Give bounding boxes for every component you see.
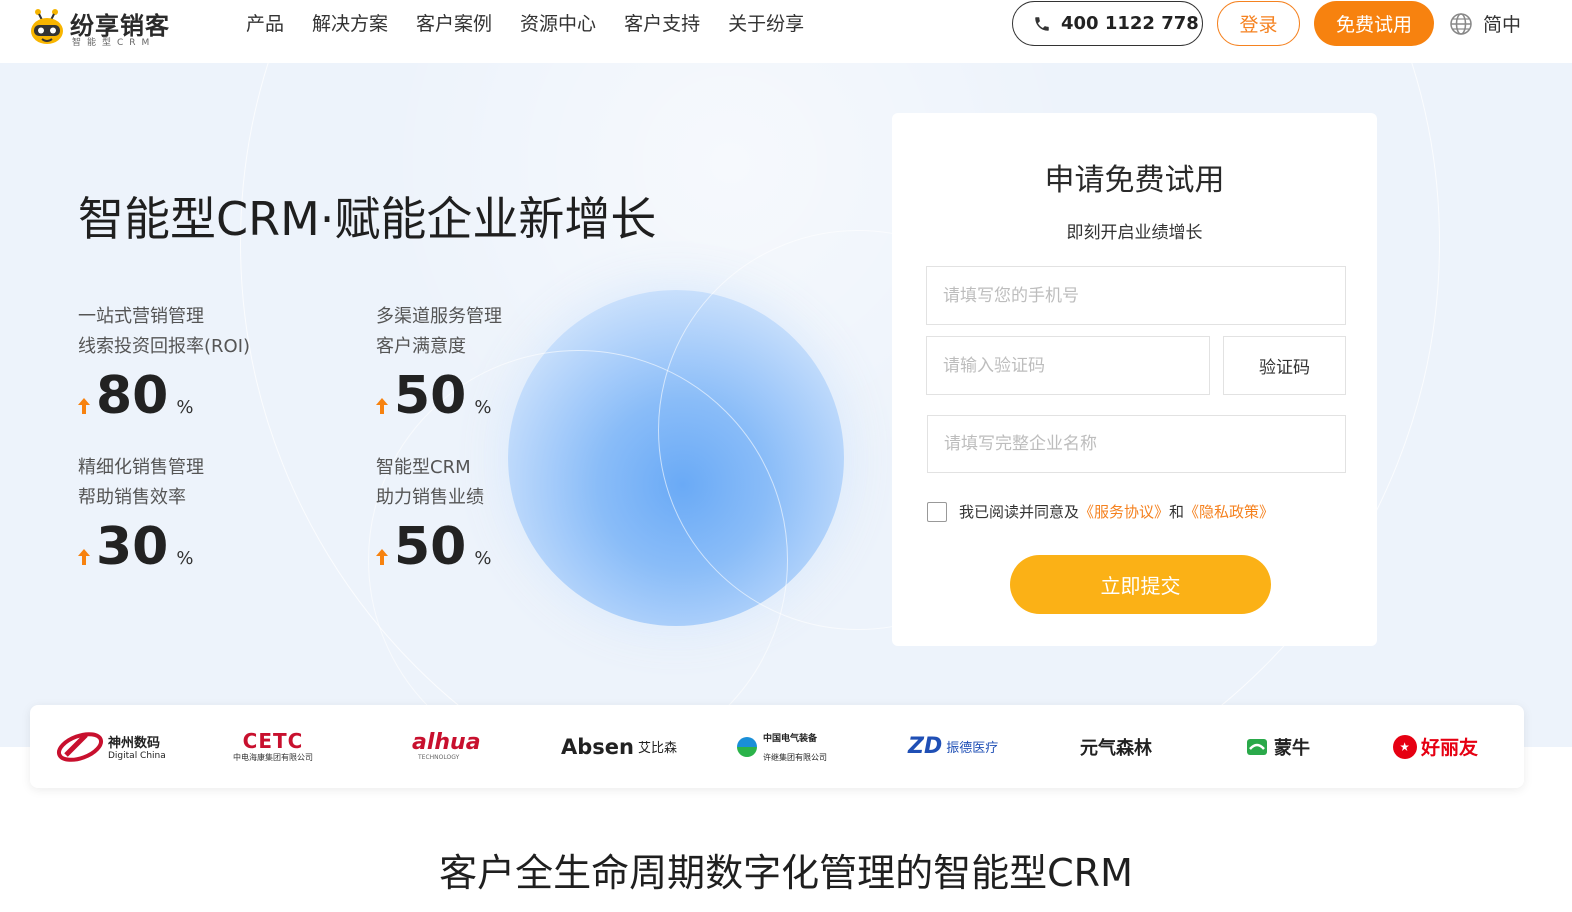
nav-item-about[interactable]: 关于纷享 — [728, 12, 804, 36]
nav-item-support[interactable]: 客户支持 — [624, 12, 700, 36]
stat-unit: % — [474, 548, 492, 569]
brand-sub: 中电海康集团有限公司 — [233, 753, 313, 762]
brand-sub: 艾比森 — [637, 741, 677, 756]
phone-button[interactable]: 400 1122 778 — [1012, 1, 1203, 46]
brand-logo-dahua: alhua TECHNOLOGY — [412, 705, 481, 788]
brand-name: 蒙牛 — [1274, 737, 1310, 759]
brand-logo-zhende: ZD 振德医疗 — [908, 705, 998, 788]
phone-number: 400 1122 778 — [1061, 13, 1199, 34]
stat-unit: % — [474, 397, 492, 418]
stat-block: 精细化销售管理 帮助销售效率 30 % — [78, 453, 338, 575]
arrow-up-icon — [78, 398, 90, 414]
submit-button[interactable]: 立即提交 — [1010, 555, 1271, 614]
stat-line: 客户满意度 — [376, 336, 466, 357]
stat-line: 多渠道服务管理 — [376, 306, 502, 327]
brand-name: 神州数码 — [108, 736, 161, 751]
arrow-up-icon — [78, 549, 90, 565]
brand-logo-genki-forest: 元气森林 — [1080, 705, 1152, 788]
stat-number: 50 — [394, 517, 467, 577]
site-header: 纷享销客 智能型CRM 产品 解决方案 客户案例 资源中心 客户支持 关于纷享 … — [0, 0, 1572, 63]
arrow-up-icon — [376, 549, 388, 565]
brand-name: 中国电气装备 — [763, 733, 818, 744]
nav-item-resources[interactable]: 资源中心 — [520, 12, 596, 36]
brand-name: ZD — [908, 734, 943, 759]
orion-logo-icon — [1393, 734, 1417, 759]
stat-unit: % — [176, 548, 194, 569]
mengniu-logo-icon — [1247, 738, 1267, 755]
brand-logo-mengniu: 蒙牛 — [1246, 705, 1310, 788]
brand-logo-digital-china: 神州数码 Digital China — [56, 705, 166, 788]
brand-logo-orion: 好丽友 — [1392, 705, 1478, 788]
brand-sub: TECHNOLOGY — [418, 754, 460, 761]
stat-line: 助力销售业绩 — [376, 487, 484, 508]
agree-and-text: 和 — [1169, 503, 1185, 521]
main-nav: 产品 解决方案 客户案例 资源中心 客户支持 关于纷享 — [246, 12, 832, 36]
privacy-policy-link[interactable]: 《隐私政策》 — [1184, 501, 1274, 522]
company-name-input[interactable] — [927, 415, 1346, 473]
stat-number: 30 — [96, 517, 169, 577]
brand-name: 元气森林 — [1080, 737, 1152, 759]
phone-icon — [1035, 16, 1049, 31]
stat-value: 80 % — [78, 368, 338, 424]
free-trial-button[interactable]: 免费试用 — [1314, 1, 1434, 46]
agree-checkbox[interactable] — [927, 501, 947, 522]
brand-logo-absen: Absen 艾比森 — [561, 705, 677, 788]
nav-item-cases[interactable]: 客户案例 — [416, 12, 492, 36]
stat-line: 精细化销售管理 — [78, 457, 204, 478]
form-title: 申请免费试用 — [1044, 163, 1225, 198]
bee-logo-icon — [31, 9, 63, 44]
customer-logo-strip: 神州数码 Digital China CETC 中电海康集团有限公司 alhua… — [30, 705, 1524, 788]
stat-block: 多渠道服务管理 客户满意度 50 % — [376, 302, 636, 424]
stat-line: 帮助销售效率 — [78, 487, 186, 508]
stat-unit: % — [176, 397, 194, 418]
brand-name: alhua — [412, 730, 481, 755]
stat-number: 80 — [96, 366, 169, 426]
form-subtitle: 即刻开启业绩增长 — [1066, 223, 1203, 243]
logo-tagline: 智能型CRM — [72, 38, 156, 48]
digital-china-logo-icon — [56, 731, 104, 762]
cee-logo-icon — [737, 736, 757, 757]
brand-name: CETC — [242, 729, 304, 753]
phone-input[interactable] — [926, 266, 1346, 325]
verification-code-input[interactable] — [926, 336, 1210, 395]
globe-icon — [1450, 12, 1472, 35]
get-code-button[interactable]: 验证码 — [1223, 336, 1346, 395]
brand-sub: 振德医疗 — [946, 741, 999, 756]
arrow-up-icon — [376, 398, 388, 414]
agree-text: 我已阅读并同意及 — [959, 503, 1080, 521]
hero-title: 智能型CRM·赋能企业新增长 — [78, 192, 657, 246]
stat-value: 30 % — [78, 519, 338, 575]
service-agreement-link[interactable]: 《服务协议》 — [1079, 501, 1169, 522]
stat-block: 一站式营销管理 线索投资回报率(ROI) 80 % — [78, 302, 338, 424]
stat-number: 50 — [394, 366, 467, 426]
language-switcher[interactable]: 简中 — [1449, 10, 1521, 37]
stat-line: 智能型CRM — [376, 457, 471, 478]
stat-block: 智能型CRM 助力销售业绩 50 % — [376, 453, 636, 575]
section-title: 客户全生命周期数字化管理的智能型CRM — [439, 851, 1133, 895]
stat-line: 线索投资回报率(ROI) — [78, 336, 251, 357]
login-button[interactable]: 登录 — [1217, 1, 1300, 46]
language-label: 简中 — [1483, 14, 1522, 36]
brand-name: 好丽友 — [1421, 737, 1479, 759]
brand-logo[interactable]: 纷享销客 智能型CRM — [28, 4, 188, 54]
stat-line: 一站式营销管理 — [78, 306, 204, 327]
brand-name: Absen — [561, 734, 634, 759]
stat-value: 50 % — [376, 519, 636, 575]
agreement-row: 我已阅读并同意及 《服务协议》 和 《隐私政策》 — [927, 501, 1274, 522]
nav-item-solutions[interactable]: 解决方案 — [312, 12, 388, 36]
trial-form-card: 申请免费试用 即刻开启业绩增长 验证码 我已阅读并同意及 《服务协议》 和 《隐… — [892, 113, 1377, 646]
brand-sub: 许继集团有限公司 — [763, 752, 827, 762]
brand-logo-cee: 中国电气装备 许继集团有限公司 — [735, 705, 827, 788]
brand-sub: Digital China — [108, 751, 166, 761]
stat-value: 50 % — [376, 368, 636, 424]
brand-logo-cetc: CETC 中电海康集团有限公司 — [233, 705, 313, 788]
nav-item-products[interactable]: 产品 — [246, 12, 284, 36]
